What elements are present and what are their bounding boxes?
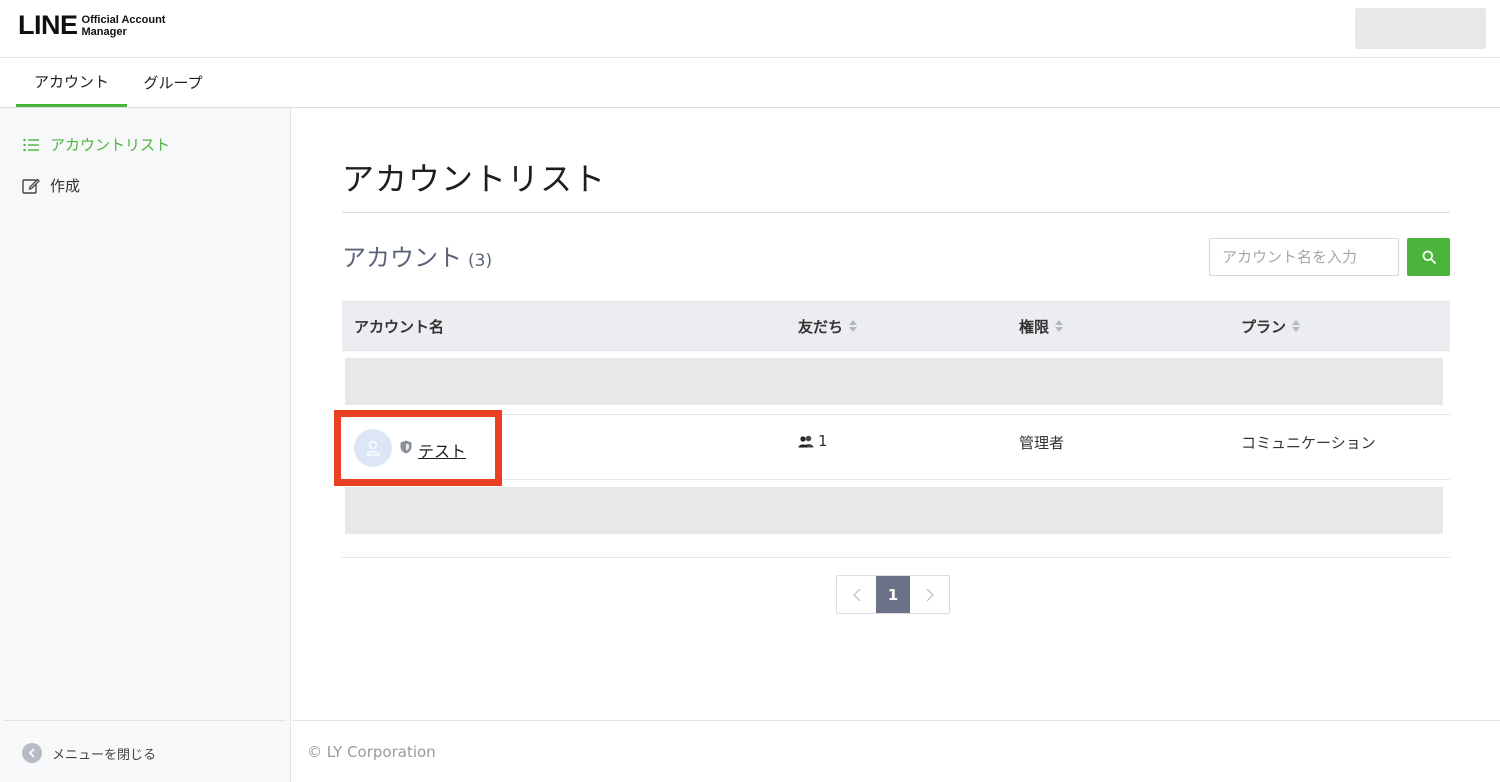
user-menu-placeholder[interactable] (1355, 8, 1486, 49)
section-title-text: アカウント (342, 244, 462, 272)
column-header-role[interactable]: 権限 (1019, 302, 1064, 350)
logo-main-text: LINE (18, 10, 78, 40)
footer: © LY Corporation (292, 720, 1500, 782)
table-row[interactable]: テスト 1 管理者 コミュニケーション (334, 410, 1450, 486)
column-header-account-name: アカウント名 (354, 302, 444, 350)
title-divider (342, 212, 1450, 213)
plan-cell: コミュニケーション (1241, 432, 1376, 453)
user-icon (366, 440, 380, 456)
sidebar-item-create[interactable]: 作成 (22, 175, 80, 196)
logo-sub-line1: Official Account (81, 13, 166, 26)
current-page[interactable]: 1 (876, 576, 910, 613)
column-label: 権限 (1019, 317, 1050, 336)
main-content: アカウントリスト アカウント (3) アカウント名 友だち 権限 プラン (292, 108, 1500, 782)
tab-group[interactable]: グループ (127, 58, 219, 107)
tab-account[interactable]: アカウント (16, 58, 127, 107)
list-icon (22, 136, 40, 154)
sidebar-item-label: 作成 (50, 177, 81, 195)
friends-cell: 1 (798, 432, 828, 450)
table-row-redacted[interactable] (342, 480, 1450, 558)
column-label: 友だち (798, 317, 844, 336)
account-name-link[interactable]: テスト (418, 438, 466, 462)
chevron-left-icon (22, 743, 42, 763)
close-menu-button[interactable]: メニューを閉じる (22, 743, 156, 763)
sort-icon[interactable] (1055, 320, 1064, 332)
logo-sub-text: Official Account Manager (82, 14, 166, 38)
account-search-input[interactable] (1209, 238, 1399, 276)
friends-count: 1 (818, 432, 828, 450)
table-row-redacted[interactable] (342, 351, 1450, 415)
search-icon (1422, 250, 1436, 264)
role-value: 管理者 (1019, 434, 1065, 452)
avatar (354, 429, 392, 467)
column-header-friends[interactable]: 友だち (798, 302, 858, 350)
section-title: アカウント (3) (342, 238, 492, 273)
sort-icon[interactable] (849, 320, 858, 332)
next-page-button[interactable] (910, 576, 949, 613)
sidebar-footer: メニューを閉じる (4, 720, 286, 782)
close-menu-label: メニューを閉じる (52, 747, 157, 763)
sidebar: アカウントリスト 作成 メニューを閉じる (0, 108, 291, 782)
prev-page-button[interactable] (837, 576, 876, 613)
column-label: アカウント名 (354, 317, 445, 336)
sidebar-item-label: アカウントリスト (50, 136, 171, 154)
search-button[interactable] (1407, 238, 1450, 276)
line-oa-manager-logo[interactable]: LINE Official Account Manager (18, 12, 165, 39)
header: LINE Official Account Manager (0, 0, 1500, 58)
chevron-left-icon (852, 588, 860, 601)
page-title: アカウントリスト (342, 160, 607, 198)
pagination: 1 (836, 575, 950, 614)
sidebar-item-account-list[interactable]: アカウントリスト (22, 134, 170, 155)
sort-icon[interactable] (1292, 320, 1301, 332)
chevron-right-icon (926, 588, 934, 601)
role-cell: 管理者 (1019, 432, 1064, 453)
redacted-block (345, 487, 1443, 534)
column-label: プラン (1241, 317, 1287, 336)
column-header-plan[interactable]: プラン (1241, 302, 1301, 350)
copyright-text: © LY Corporation (307, 743, 436, 761)
logo-sub-line2: Manager (81, 25, 127, 38)
table-header: アカウント名 友だち 権限 プラン (342, 301, 1450, 351)
edit-icon (22, 177, 40, 195)
plan-value: コミュニケーション (1241, 434, 1376, 452)
redacted-block (345, 358, 1443, 405)
friends-icon (798, 435, 814, 447)
top-tabs: アカウント グループ (0, 58, 1500, 108)
shield-icon (400, 440, 412, 454)
account-count: (3) (468, 251, 493, 271)
